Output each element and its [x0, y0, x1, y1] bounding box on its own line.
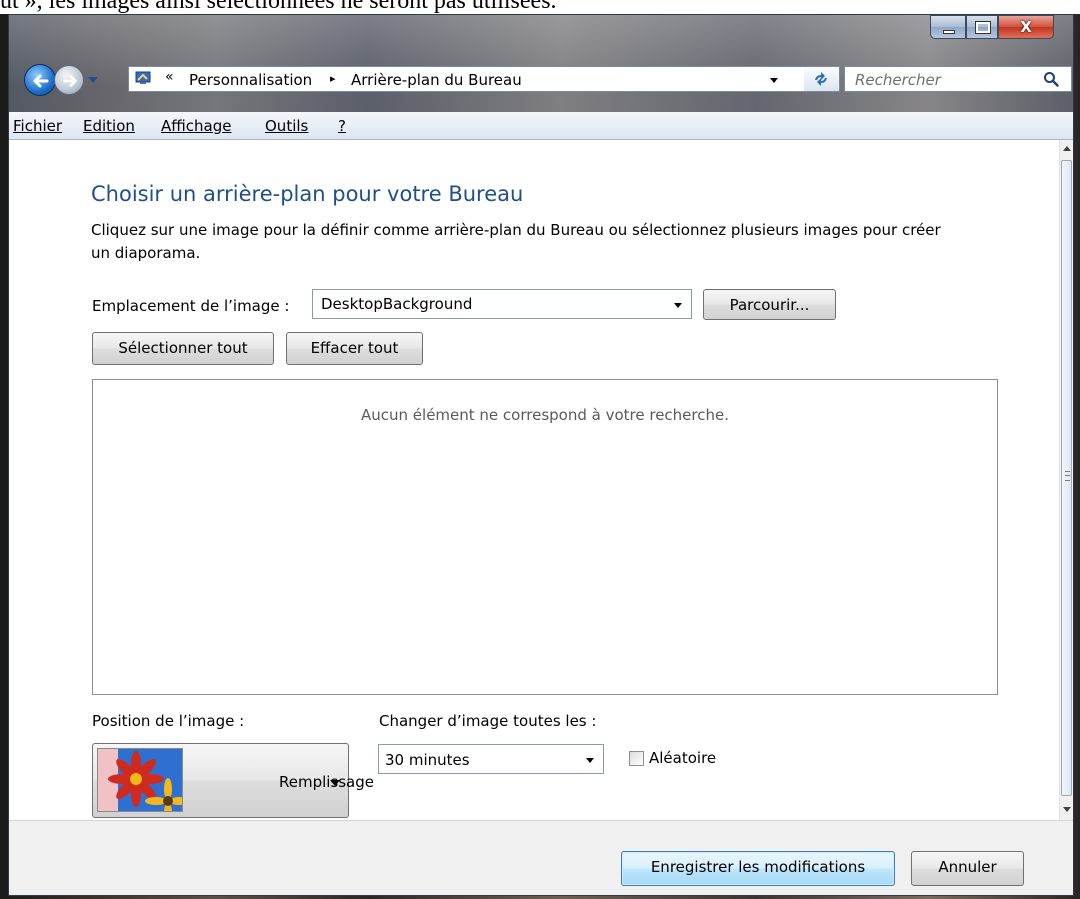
chevron-down-icon	[586, 758, 594, 763]
location-label: Emplacement de l’image :	[92, 297, 290, 315]
footer-bar: Enregistrer les modifications Annuler	[9, 820, 1073, 895]
image-list[interactable]: Aucun élément ne correspond à votre rech…	[92, 379, 998, 695]
refresh-icon	[815, 72, 827, 86]
location-select[interactable]: DesktopBackground	[312, 289, 692, 319]
breadcrumb-personalisation[interactable]: Personnalisation	[189, 71, 312, 89]
select-all-button[interactable]: Sélectionner tout	[92, 332, 274, 365]
clear-all-button[interactable]: Effacer tout	[286, 332, 423, 365]
scroll-up-icon[interactable]	[1060, 140, 1074, 158]
browse-button[interactable]: Parcourir...	[703, 289, 836, 320]
chevron-down-icon	[330, 780, 340, 786]
back-arrow-icon	[33, 74, 49, 88]
menu-affichage[interactable]: Affichage	[161, 117, 231, 135]
chevron-down-icon	[674, 303, 682, 308]
menu-affichage-label: Affichage	[161, 117, 232, 135]
address-overflow[interactable]: «	[165, 69, 174, 85]
page-title: Choisir un arrière-plan pour votre Burea…	[91, 182, 524, 206]
interval-label: Changer d’image toutes les :	[379, 712, 597, 730]
menu-help-label: ?	[338, 117, 346, 135]
description-line-1: Cliquez sur une image pour la définir co…	[91, 221, 941, 239]
empty-list-message: Aucun élément ne correspond à votre rech…	[361, 406, 729, 424]
history-dropdown-icon[interactable]	[87, 74, 99, 86]
document-text-fragment: ut », les images ainsi sélectionnées ne …	[0, 0, 557, 14]
select-all-label: Sélectionner tout	[118, 339, 248, 357]
scroll-grip-icon	[1065, 471, 1070, 481]
cancel-button[interactable]: Annuler	[911, 851, 1024, 886]
close-button[interactable]: X	[998, 15, 1054, 39]
menu-bar: Fichier Edition Affichage Outils ?	[9, 112, 1073, 140]
close-icon: X	[1020, 18, 1032, 36]
minimize-button[interactable]	[930, 15, 966, 39]
maximize-icon	[975, 21, 991, 34]
clear-all-label: Effacer tout	[310, 339, 399, 357]
shuffle-checkbox[interactable]	[629, 751, 644, 766]
forward-button[interactable]	[54, 65, 84, 95]
menu-edition[interactable]: Edition	[83, 117, 135, 135]
breadcrumb-separator[interactable]: ▸	[330, 72, 336, 85]
interval-value: 30 minutes	[385, 751, 470, 769]
save-changes-button[interactable]: Enregistrer les modifications	[621, 851, 895, 886]
search-icon[interactable]	[1043, 71, 1059, 87]
explorer-window: X « Personnalisation ▸ Arrière-plan du B…	[8, 14, 1074, 896]
menu-help[interactable]: ?	[338, 117, 346, 135]
back-button[interactable]	[24, 64, 56, 96]
scroll-down-icon[interactable]	[1060, 800, 1074, 818]
save-changes-label: Enregistrer les modifications	[650, 858, 866, 876]
personalization-icon	[135, 71, 151, 84]
browse-button-label: Parcourir...	[729, 296, 810, 314]
address-bar[interactable]: « Personnalisation ▸ Arrière-plan du Bur…	[128, 66, 808, 92]
shuffle-label[interactable]: Aléatoire	[649, 749, 716, 767]
menu-outils[interactable]: Outils	[265, 117, 308, 135]
minimize-icon	[943, 30, 955, 34]
search-box	[844, 66, 1072, 93]
menu-fichier-label: Fichier	[13, 117, 63, 135]
menu-outils-label: Outils	[265, 117, 309, 135]
description-line-2: un diaporama.	[91, 244, 201, 262]
position-label: Position de l’image :	[92, 712, 245, 730]
breadcrumb-desktop-background[interactable]: Arrière-plan du Bureau	[351, 71, 522, 89]
cancel-label: Annuler	[938, 858, 997, 876]
menu-fichier[interactable]: Fichier	[13, 117, 62, 135]
forward-arrow-icon	[63, 75, 77, 87]
search-input[interactable]	[845, 67, 1047, 93]
position-preview-image	[97, 748, 183, 812]
interval-select[interactable]: 30 minutes	[378, 744, 604, 774]
menu-edition-label: Edition	[83, 117, 135, 135]
scroll-thumb[interactable]	[1061, 160, 1072, 796]
location-value: DesktopBackground	[321, 295, 473, 313]
position-value: Remplissage	[278, 773, 375, 791]
vertical-scrollbar[interactable]	[1059, 140, 1073, 820]
refresh-button[interactable]	[804, 66, 840, 92]
address-dropdown-icon[interactable]	[769, 75, 779, 85]
maximize-button[interactable]	[966, 15, 998, 39]
position-select[interactable]: Remplissage	[92, 743, 374, 818]
